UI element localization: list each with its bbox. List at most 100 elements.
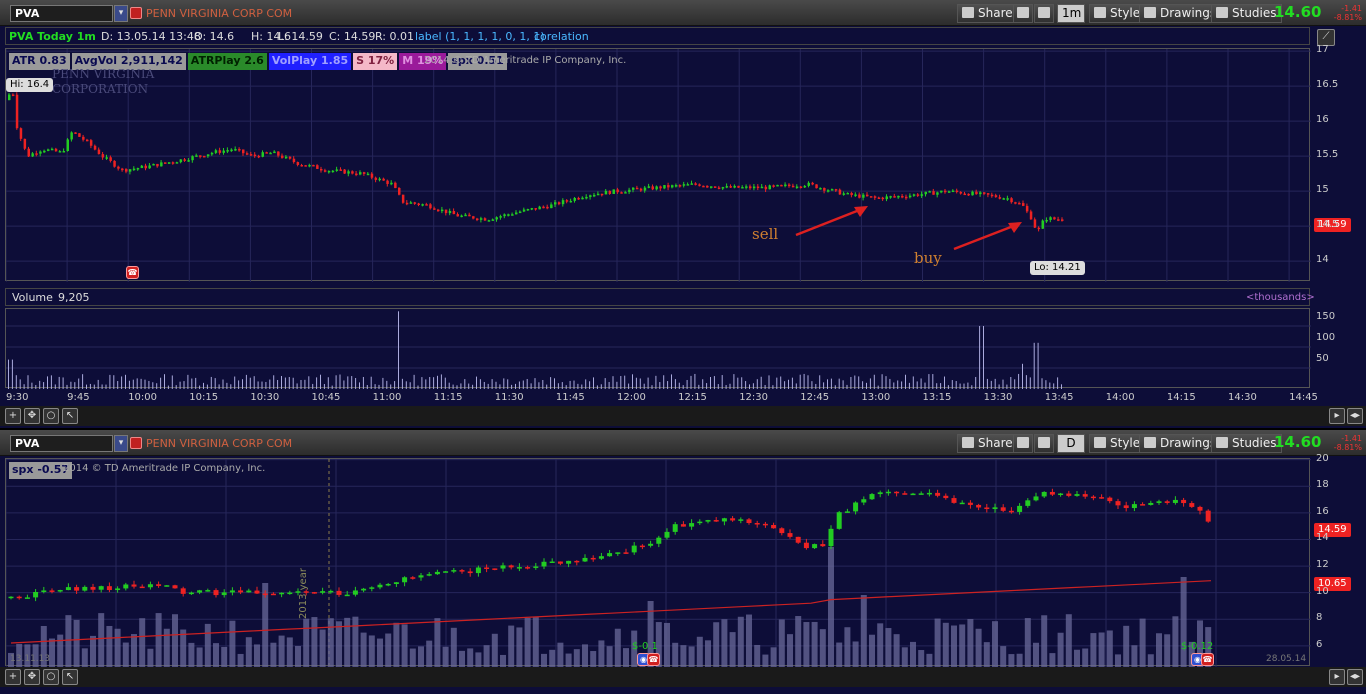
daily-volume-bar: [590, 651, 597, 667]
high-label: Hi: 16.4: [6, 78, 54, 92]
daily-volume-bar: [237, 653, 244, 667]
daily-candle: [943, 495, 949, 499]
study-chip[interactable]: VolPlay 1.85: [268, 53, 352, 70]
studies-button-2[interactable]: Studies: [1211, 434, 1282, 453]
candle: [105, 157, 108, 159]
candle: [600, 193, 604, 196]
daily-candle: [172, 585, 178, 589]
scroll-right-icon-2[interactable]: ▸: [1329, 669, 1345, 685]
daily-volume-bar: [1164, 634, 1171, 667]
magnifier-icon-2[interactable]: ○: [43, 669, 59, 685]
volume-bar: [944, 376, 945, 389]
candle: [277, 151, 280, 156]
volume-bar: [1022, 363, 1023, 389]
time-tick: 10:15: [189, 392, 219, 403]
aggregation-button-2[interactable]: D: [1057, 434, 1085, 453]
share-button-2[interactable]: Share: [957, 434, 1018, 453]
style-label-2: Style: [1110, 436, 1141, 450]
volume-bar: [390, 384, 392, 389]
candle: [959, 191, 963, 194]
volume-bar: [924, 382, 926, 389]
zoom-in-icon-2[interactable]: +: [5, 669, 21, 685]
candle: [885, 196, 888, 200]
daily-volume-bar: [286, 637, 293, 667]
daily-volume-bar: [942, 622, 949, 667]
volume-bar: [370, 376, 372, 389]
daily-volume-bar: [762, 654, 769, 667]
volume-bar: [35, 385, 37, 389]
zoom-in-icon[interactable]: +: [5, 408, 21, 424]
pan-icon[interactable]: ✥: [24, 408, 40, 424]
candle: [511, 214, 514, 216]
daily-volume-bar: [1131, 645, 1138, 667]
settings-button[interactable]: [1034, 4, 1054, 23]
study-chip[interactable]: S 17%: [353, 53, 398, 70]
volume-bar: [433, 377, 435, 389]
expand-icon-2[interactable]: ◂▸: [1347, 669, 1363, 685]
pointer-icon[interactable]: ↖: [62, 408, 78, 424]
price-plot[interactable]: ATR 0.83 AvgVol 2,911,142 ATRPlay 2.6 VolPl…: [5, 48, 1311, 282]
daily-volume-bar: [549, 649, 556, 667]
candle: [15, 94, 19, 129]
daily-candle: [270, 593, 276, 596]
settings-button-2[interactable]: [1034, 434, 1054, 453]
symbol-input-2[interactable]: PVA: [10, 435, 113, 452]
daily-volume-bar: [877, 623, 884, 667]
pan-icon-2[interactable]: ✥: [24, 669, 40, 685]
expand-icon[interactable]: ◂▸: [1347, 408, 1363, 424]
scroll-right-icon[interactable]: ▸: [1329, 408, 1345, 424]
daily-volume-bar: [1090, 633, 1097, 667]
volume-bar: [253, 376, 255, 389]
symbol-dropdown-2[interactable]: ▾: [114, 435, 128, 452]
price-tick-2: 18: [1316, 479, 1329, 491]
candle: [702, 185, 705, 188]
studies-button[interactable]: Studies: [1211, 4, 1282, 23]
price-tick: 15.5: [1316, 149, 1339, 161]
crosshair-button[interactable]: [1013, 4, 1033, 23]
volume-bar: [421, 377, 423, 389]
daily-volume-bar: [360, 632, 367, 667]
symbol-dropdown[interactable]: ▾: [114, 5, 128, 22]
volume-bar: [729, 383, 731, 389]
volume-bar: [803, 373, 805, 389]
daily-volume-bar: [1082, 648, 1089, 667]
volume-tick: 50: [1316, 353, 1329, 364]
candle: [257, 155, 261, 158]
symbol-input[interactable]: PVA: [10, 5, 113, 22]
aggregation-button[interactable]: 1m: [1057, 4, 1085, 23]
volume-bar: [448, 382, 450, 389]
magnifier-icon[interactable]: ○: [43, 408, 59, 424]
pointer-icon-2[interactable]: ↖: [62, 669, 78, 685]
chart-title: PVA Today 1m: [9, 30, 96, 43]
volume-bar: [413, 374, 415, 389]
volume-bar: [850, 376, 852, 389]
wrench-icon: [1038, 7, 1050, 18]
share-button[interactable]: Share: [957, 4, 1018, 23]
volume-plot[interactable]: [5, 308, 1311, 389]
drawings-button[interactable]: Drawings: [1139, 4, 1222, 23]
crosshair-button-2[interactable]: [1013, 434, 1033, 453]
volume-bar: [117, 381, 119, 389]
candle: [1014, 202, 1017, 204]
candle: [1041, 220, 1044, 229]
drawings-button-2[interactable]: Drawings: [1139, 434, 1222, 453]
candle: [433, 208, 436, 210]
study-chip[interactable]: ATRPlay 2.6: [187, 53, 267, 70]
style-button-2[interactable]: Style: [1089, 434, 1146, 453]
volume-bar: [986, 378, 988, 389]
volume-bar: [277, 379, 279, 389]
volume-bar: [998, 384, 1000, 389]
volume-bar: [737, 377, 739, 389]
daily-volume-bar: [409, 648, 416, 667]
price-tick: 17: [1316, 44, 1329, 56]
candle: [799, 186, 803, 189]
alert-icon-3[interactable]: ☎: [1201, 653, 1214, 666]
volume-bar: [405, 381, 407, 389]
alert-icon-2[interactable]: ☎: [647, 653, 660, 666]
style-button[interactable]: Style: [1089, 4, 1146, 23]
volume-bar: [511, 384, 513, 389]
daily-candle: [967, 502, 973, 505]
daily-candle: [492, 568, 498, 570]
daily-price-plot[interactable]: spx -0.57 2014 © TD Ameritrade IP Compan…: [5, 458, 1311, 667]
alert-icon[interactable]: ☎: [126, 266, 139, 279]
